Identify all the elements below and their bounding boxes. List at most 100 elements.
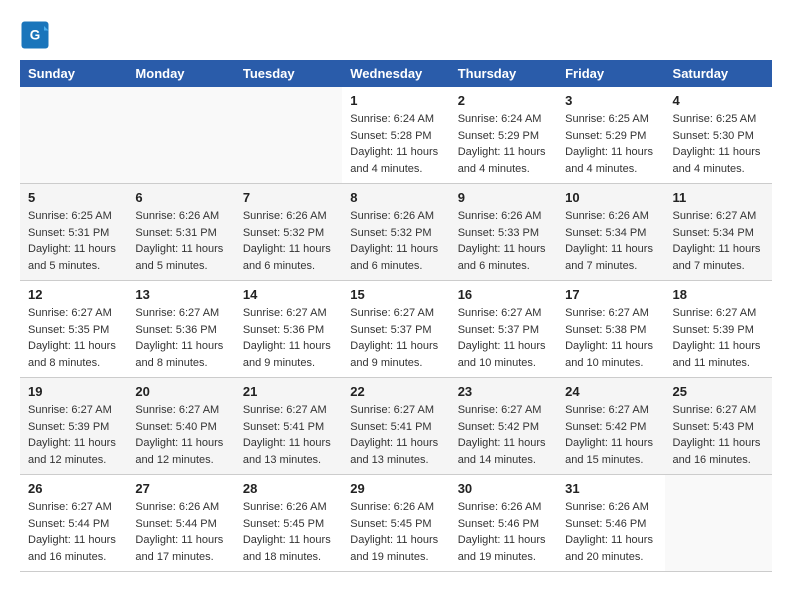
- weekday-header-saturday: Saturday: [665, 60, 772, 87]
- day-info-line: Daylight: 11 hours: [135, 435, 226, 452]
- day-info-line: Sunset: 5:38 PM: [565, 322, 656, 339]
- day-number: 6: [135, 190, 226, 205]
- day-info-line: Sunrise: 6:26 AM: [135, 499, 226, 516]
- day-info-line: Sunset: 5:45 PM: [243, 516, 334, 533]
- calendar-cell: [127, 87, 234, 184]
- day-info-line: Sunrise: 6:26 AM: [458, 499, 549, 516]
- day-info-line: Sunrise: 6:27 AM: [458, 402, 549, 419]
- day-info-line: Sunrise: 6:26 AM: [565, 499, 656, 516]
- day-info-line: and 18 minutes.: [243, 549, 334, 566]
- day-info-line: Sunrise: 6:26 AM: [350, 499, 441, 516]
- day-info-line: and 6 minutes.: [243, 258, 334, 275]
- page-header: G: [20, 20, 772, 50]
- calendar-cell: 21Sunrise: 6:27 AMSunset: 5:41 PMDayligh…: [235, 378, 342, 475]
- day-info-line: Sunset: 5:37 PM: [458, 322, 549, 339]
- day-info-line: Sunset: 5:32 PM: [350, 225, 441, 242]
- day-info-line: Sunset: 5:29 PM: [565, 128, 656, 145]
- day-info-line: Daylight: 11 hours: [458, 241, 549, 258]
- calendar-cell: 28Sunrise: 6:26 AMSunset: 5:45 PMDayligh…: [235, 475, 342, 572]
- weekday-header-friday: Friday: [557, 60, 664, 87]
- calendar-week-row: 12Sunrise: 6:27 AMSunset: 5:35 PMDayligh…: [20, 281, 772, 378]
- day-info-line: and 19 minutes.: [458, 549, 549, 566]
- day-info-line: and 4 minutes.: [458, 161, 549, 178]
- calendar-week-row: 19Sunrise: 6:27 AMSunset: 5:39 PMDayligh…: [20, 378, 772, 475]
- day-info-line: Sunrise: 6:27 AM: [28, 305, 119, 322]
- day-info-line: Sunset: 5:41 PM: [243, 419, 334, 436]
- day-number: 21: [243, 384, 334, 399]
- day-info-line: Daylight: 11 hours: [458, 532, 549, 549]
- day-info-line: Daylight: 11 hours: [28, 435, 119, 452]
- day-number: 28: [243, 481, 334, 496]
- day-info-line: Sunrise: 6:27 AM: [673, 402, 764, 419]
- day-info-line: and 13 minutes.: [243, 452, 334, 469]
- day-info-line: Sunrise: 6:24 AM: [350, 111, 441, 128]
- day-number: 4: [673, 93, 764, 108]
- calendar-cell: 20Sunrise: 6:27 AMSunset: 5:40 PMDayligh…: [127, 378, 234, 475]
- day-info-line: Sunset: 5:28 PM: [350, 128, 441, 145]
- day-info-line: Sunrise: 6:27 AM: [673, 305, 764, 322]
- day-info-line: and 16 minutes.: [28, 549, 119, 566]
- calendar-header: SundayMondayTuesdayWednesdayThursdayFrid…: [20, 60, 772, 87]
- day-info-line: Sunset: 5:35 PM: [28, 322, 119, 339]
- day-info-line: Daylight: 11 hours: [243, 532, 334, 549]
- day-info-line: Sunset: 5:32 PM: [243, 225, 334, 242]
- day-info-line: and 9 minutes.: [243, 355, 334, 372]
- day-info-line: and 11 minutes.: [673, 355, 764, 372]
- day-number: 25: [673, 384, 764, 399]
- calendar-cell: 27Sunrise: 6:26 AMSunset: 5:44 PMDayligh…: [127, 475, 234, 572]
- logo-icon: G: [20, 20, 50, 50]
- day-info-line: Daylight: 11 hours: [350, 435, 441, 452]
- day-info-line: Sunrise: 6:27 AM: [350, 402, 441, 419]
- day-info-line: and 6 minutes.: [350, 258, 441, 275]
- day-info-line: Sunset: 5:46 PM: [565, 516, 656, 533]
- day-info-line: Daylight: 11 hours: [673, 241, 764, 258]
- day-number: 11: [673, 190, 764, 205]
- day-number: 1: [350, 93, 441, 108]
- calendar-cell: 12Sunrise: 6:27 AMSunset: 5:35 PMDayligh…: [20, 281, 127, 378]
- calendar-week-row: 5Sunrise: 6:25 AMSunset: 5:31 PMDaylight…: [20, 184, 772, 281]
- day-info-line: Daylight: 11 hours: [565, 532, 656, 549]
- day-number: 13: [135, 287, 226, 302]
- day-info-line: Daylight: 11 hours: [458, 435, 549, 452]
- day-info-line: Daylight: 11 hours: [350, 338, 441, 355]
- weekday-header-wednesday: Wednesday: [342, 60, 449, 87]
- day-info-line: Sunset: 5:36 PM: [135, 322, 226, 339]
- day-info-line: Daylight: 11 hours: [565, 338, 656, 355]
- day-info-line: Sunset: 5:39 PM: [28, 419, 119, 436]
- day-info-line: Sunrise: 6:24 AM: [458, 111, 549, 128]
- day-number: 5: [28, 190, 119, 205]
- weekday-header-thursday: Thursday: [450, 60, 557, 87]
- day-info-line: and 12 minutes.: [28, 452, 119, 469]
- calendar-cell: 15Sunrise: 6:27 AMSunset: 5:37 PMDayligh…: [342, 281, 449, 378]
- day-info-line: Sunset: 5:44 PM: [28, 516, 119, 533]
- day-info-line: Sunrise: 6:26 AM: [458, 208, 549, 225]
- day-number: 29: [350, 481, 441, 496]
- day-info-line: Sunset: 5:44 PM: [135, 516, 226, 533]
- day-number: 10: [565, 190, 656, 205]
- day-number: 24: [565, 384, 656, 399]
- day-info-line: Daylight: 11 hours: [243, 435, 334, 452]
- day-number: 17: [565, 287, 656, 302]
- day-info-line: Sunrise: 6:27 AM: [28, 499, 119, 516]
- day-info-line: Sunrise: 6:27 AM: [673, 208, 764, 225]
- day-info-line: Daylight: 11 hours: [565, 144, 656, 161]
- calendar-cell: 17Sunrise: 6:27 AMSunset: 5:38 PMDayligh…: [557, 281, 664, 378]
- calendar-cell: 25Sunrise: 6:27 AMSunset: 5:43 PMDayligh…: [665, 378, 772, 475]
- calendar-cell: 24Sunrise: 6:27 AMSunset: 5:42 PMDayligh…: [557, 378, 664, 475]
- day-info-line: and 4 minutes.: [350, 161, 441, 178]
- day-info-line: and 8 minutes.: [28, 355, 119, 372]
- calendar-cell: 4Sunrise: 6:25 AMSunset: 5:30 PMDaylight…: [665, 87, 772, 184]
- weekday-header-tuesday: Tuesday: [235, 60, 342, 87]
- calendar-cell: 3Sunrise: 6:25 AMSunset: 5:29 PMDaylight…: [557, 87, 664, 184]
- day-info-line: Daylight: 11 hours: [458, 338, 549, 355]
- calendar-cell: 29Sunrise: 6:26 AMSunset: 5:45 PMDayligh…: [342, 475, 449, 572]
- day-info-line: Daylight: 11 hours: [243, 241, 334, 258]
- day-info-line: Sunrise: 6:26 AM: [350, 208, 441, 225]
- calendar-cell: 10Sunrise: 6:26 AMSunset: 5:34 PMDayligh…: [557, 184, 664, 281]
- day-info-line: Daylight: 11 hours: [135, 241, 226, 258]
- day-info-line: and 9 minutes.: [350, 355, 441, 372]
- day-number: 16: [458, 287, 549, 302]
- day-info-line: Daylight: 11 hours: [350, 532, 441, 549]
- day-info-line: and 5 minutes.: [135, 258, 226, 275]
- day-info-line: and 14 minutes.: [458, 452, 549, 469]
